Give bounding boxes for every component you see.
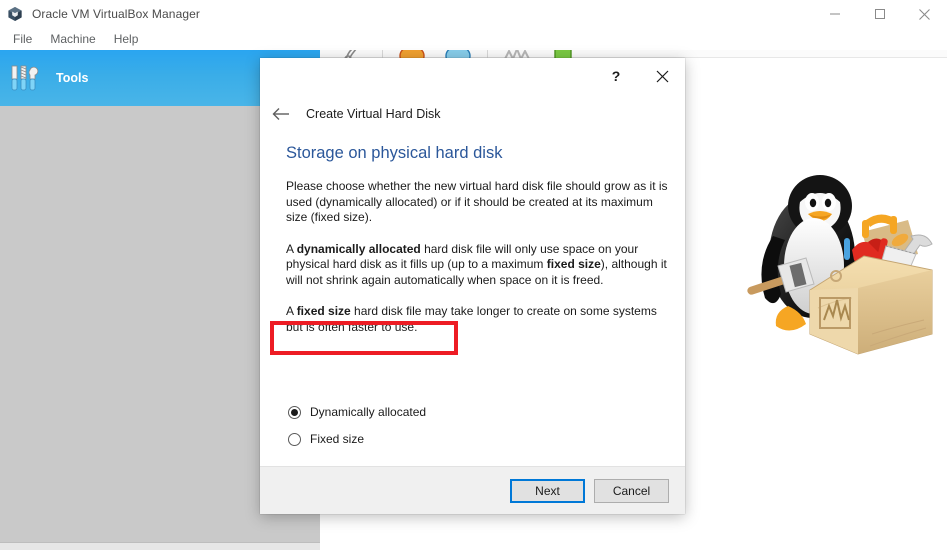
storage-type-radio-group: Dynamically allocated Fixed size	[286, 401, 656, 450]
tux-penguin-toolbox-image	[747, 175, 933, 355]
window-titlebar: Oracle VM VirtualBox Manager	[0, 0, 947, 28]
menubar: File Machine Help	[0, 28, 947, 50]
virtualbox-logo-icon	[8, 7, 22, 21]
radio-option-dynamically-allocated[interactable]: Dynamically allocated	[286, 401, 656, 423]
radio-option-fixed-size[interactable]: Fixed size	[286, 428, 656, 450]
next-button[interactable]: Next	[510, 478, 585, 503]
radio-indicator-selected	[288, 405, 301, 419]
dialog-navigation: Create Virtual Hard Disk	[260, 94, 685, 134]
dialog-titlebar: ?	[260, 58, 685, 94]
close-button[interactable]	[902, 0, 947, 28]
cancel-button[interactable]: Cancel	[594, 478, 669, 503]
dialog-controls: ?	[593, 58, 685, 94]
radio-indicator-unselected	[288, 432, 301, 446]
back-arrow-icon	[272, 108, 289, 120]
radio-label-dynamically-allocated: Dynamically allocated	[310, 405, 427, 419]
menu-item-file[interactable]: File	[4, 30, 41, 48]
maximize-button[interactable]	[857, 0, 902, 28]
tools-icon	[11, 65, 39, 91]
dialog-body: Storage on physical hard disk Please cho…	[260, 134, 685, 466]
description-paragraph-2: A dynamically allocated hard disk file w…	[286, 241, 667, 287]
back-button[interactable]	[268, 101, 294, 127]
maximize-icon	[874, 9, 885, 19]
minimize-button[interactable]	[812, 0, 857, 28]
menu-item-help[interactable]: Help	[105, 30, 148, 48]
dialog-footer: Next Cancel	[260, 466, 685, 514]
close-icon	[919, 8, 930, 20]
help-question-icon: ?	[611, 68, 621, 84]
window-title: Oracle VM VirtualBox Manager	[32, 7, 200, 21]
radio-label-fixed-size: Fixed size	[310, 432, 365, 446]
description-paragraph-3: A fixed size hard disk file may take lon…	[286, 304, 657, 334]
close-icon	[656, 70, 668, 82]
breadcrumb: Create Virtual Hard Disk	[306, 107, 441, 121]
dialog-help-button[interactable]: ?	[593, 58, 639, 94]
statusbar-left	[0, 542, 320, 550]
sidebar-item-tools-label: Tools	[56, 71, 89, 85]
minimize-icon	[829, 13, 840, 15]
description-paragraph-1: Please choose whether the new virtual ha…	[286, 179, 668, 224]
dialog-close-button[interactable]	[639, 58, 685, 94]
virtualbox-manager-window: Oracle VM VirtualBox Manager File Machin…	[0, 0, 947, 550]
page-title: Storage on physical hard disk	[286, 144, 503, 162]
menu-item-machine[interactable]: Machine	[41, 30, 104, 48]
create-virtual-hard-disk-dialog: ? Create Virtual Hard Disk Storage on ph…	[260, 58, 685, 514]
window-controls	[812, 0, 947, 28]
